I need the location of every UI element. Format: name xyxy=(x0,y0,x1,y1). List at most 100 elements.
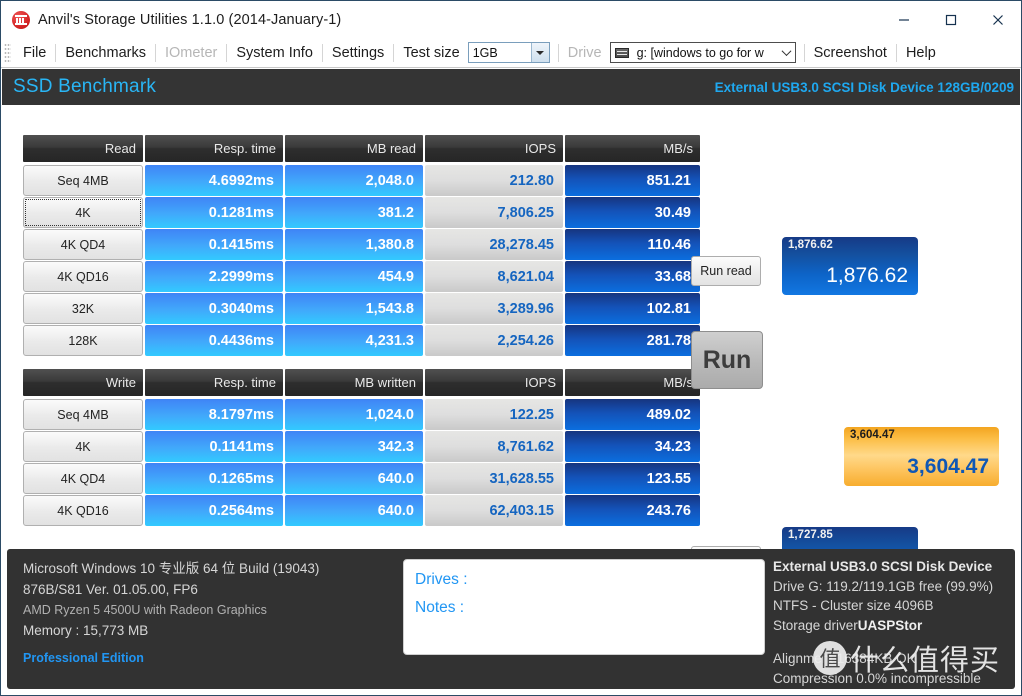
write-iops-seq4mb: 122.25 xyxy=(425,399,563,430)
table-row: 4K QD4 0.1265ms 640.0 31,628.55 123.55 xyxy=(23,463,700,494)
window-controls xyxy=(880,1,1021,38)
chevron-down-icon[interactable] xyxy=(779,43,795,62)
total-score-value: 3,604.47 xyxy=(907,455,989,478)
drive-info-block: External USB3.0 SCSI Disk Device Drive G… xyxy=(773,557,1015,688)
write-mbs-4kqd4: 123.55 xyxy=(565,463,700,494)
column-header-read: Read xyxy=(23,135,143,162)
read-row-label-seq4mb[interactable]: Seq 4MB xyxy=(23,165,143,196)
read-resp-seq4mb: 4.6992ms xyxy=(145,165,283,196)
write-iops-4kqd16: 62,403.15 xyxy=(425,495,563,526)
read-mbs-128k: 281.78 xyxy=(565,325,700,356)
write-mbs-4kqd16: 243.76 xyxy=(565,495,700,526)
menu-item-benchmarks[interactable]: Benchmarks xyxy=(56,39,155,67)
notes-label: Notes : xyxy=(415,599,465,616)
read-mbs-32k: 102.81 xyxy=(565,293,700,324)
write-row-label-4kqd4[interactable]: 4K QD4 xyxy=(23,463,143,494)
column-header-resp-time: Resp. time xyxy=(145,369,283,396)
read-iops-4k: 7,806.25 xyxy=(425,197,563,228)
table-header-row: Read Resp. time MB read IOPS MB/s xyxy=(23,135,700,162)
read-mb-128k: 4,231.3 xyxy=(285,325,423,356)
maximize-icon[interactable] xyxy=(927,1,974,38)
read-resp-4kqd16: 2.2999ms xyxy=(145,261,283,292)
column-header-mbs: MB/s xyxy=(565,135,700,162)
read-row-label-4kqd4[interactable]: 4K QD4 xyxy=(23,229,143,260)
write-resp-4k: 0.1141ms xyxy=(145,431,283,462)
storage-driver-value: UASPStor xyxy=(857,617,923,633)
column-header-write: Write xyxy=(23,369,143,396)
read-mbs-4kqd4: 110.46 xyxy=(565,229,700,260)
table-row: 4K QD4 0.1415ms 1,380.8 28,278.45 110.46 xyxy=(23,229,700,260)
write-mbs-seq4mb: 489.02 xyxy=(565,399,700,430)
test-size-label: Test size xyxy=(403,44,460,61)
write-mb-4kqd4: 640.0 xyxy=(285,463,423,494)
close-icon[interactable] xyxy=(974,1,1021,38)
menu-item-system-info[interactable]: System Info xyxy=(227,39,322,67)
write-results-table: Write Resp. time MB written IOPS MB/s Se… xyxy=(23,369,700,527)
write-row-label-seq4mb[interactable]: Seq 4MB xyxy=(23,399,143,430)
anvil-window: Anvil's Storage Utilities 1.1.0 (2014-Ja… xyxy=(0,0,1022,696)
menu-item-iometer: IOmeter xyxy=(164,44,218,61)
read-resp-4k: 0.1281ms xyxy=(145,197,283,228)
read-iops-128k: 2,254.26 xyxy=(425,325,563,356)
read-mb-32k: 1,543.8 xyxy=(285,293,423,324)
column-header-resp-time: Resp. time xyxy=(145,135,283,162)
minimize-icon[interactable] xyxy=(880,1,927,38)
test-size-value: 1GB xyxy=(472,45,498,60)
notes-input[interactable]: Drives : Notes : xyxy=(403,559,765,655)
edition-label: Professional Edition xyxy=(23,651,144,665)
read-mb-seq4mb: 2,048.0 xyxy=(285,165,423,196)
total-score-small: 3,604.47 xyxy=(850,429,895,441)
write-row-label-4k[interactable]: 4K xyxy=(23,431,143,462)
table-row: 32K 0.3040ms 1,543.8 3,289.96 102.81 xyxy=(23,293,700,324)
read-row-label-128k[interactable]: 128K xyxy=(23,325,143,356)
read-mbs-seq4mb: 851.21 xyxy=(565,165,700,196)
drive-device-name: External USB3.0 SCSI Disk Device xyxy=(773,559,993,574)
menu-bar: File Benchmarks IOmeter System Info Sett… xyxy=(1,38,1021,68)
read-row-label-4k[interactable]: 4K xyxy=(23,197,143,228)
drive-alignment: Alignment 16384KB OK xyxy=(773,651,916,666)
window-title: Anvil's Storage Utilities 1.1.0 (2014-Ja… xyxy=(38,11,342,28)
chevron-down-icon[interactable] xyxy=(530,43,549,62)
read-iops-32k: 3,289.96 xyxy=(425,293,563,324)
read-mb-4kqd16: 454.9 xyxy=(285,261,423,292)
column-header-iops: IOPS xyxy=(425,369,563,396)
storage-driver-label: Storage driver xyxy=(773,617,858,633)
firmware-version: 876B/S81 Ver. 01.05.00, FP6 xyxy=(23,581,198,597)
column-header-mbs: MB/s xyxy=(565,369,700,396)
write-mbs-4k: 34.23 xyxy=(565,431,700,462)
benchmark-area: Read Resp. time MB read IOPS MB/s Seq 4M… xyxy=(2,105,1020,585)
read-iops-4kqd4: 28,278.45 xyxy=(425,229,563,260)
column-header-mb-written: MB written xyxy=(285,369,423,396)
read-mb-4kqd4: 1,380.8 xyxy=(285,229,423,260)
write-mb-4kqd16: 640.0 xyxy=(285,495,423,526)
toolbar-grip-icon[interactable] xyxy=(4,42,11,63)
read-score-small: 1,876.62 xyxy=(788,239,833,251)
table-row: Seq 4MB 4.6992ms 2,048.0 212.80 851.21 xyxy=(23,165,700,196)
write-iops-4kqd4: 31,628.55 xyxy=(425,463,563,494)
read-row-label-32k[interactable]: 32K xyxy=(23,293,143,324)
read-row-label-4kqd16[interactable]: 4K QD16 xyxy=(23,261,143,292)
table-row: 4K 0.1281ms 381.2 7,806.25 30.49 xyxy=(23,197,700,228)
menu-item-file[interactable]: File xyxy=(14,39,55,67)
read-iops-seq4mb: 212.80 xyxy=(425,165,563,196)
drive-select[interactable]: g: [windows to go for w xyxy=(609,42,796,63)
write-mb-seq4mb: 1,024.0 xyxy=(285,399,423,430)
column-header-mb-read: MB read xyxy=(285,135,423,162)
os-version: Microsoft Windows 10 专业版 64 位 Build (190… xyxy=(23,561,320,576)
cpu-name: AMD Ryzen 5 4500U with Radeon Graphics xyxy=(23,603,267,617)
read-mb-4k: 381.2 xyxy=(285,197,423,228)
drive-icon xyxy=(614,47,629,58)
menu-item-screenshot[interactable]: Screenshot xyxy=(805,39,896,67)
read-iops-4kqd16: 8,621.04 xyxy=(425,261,563,292)
read-resp-4kqd4: 0.1415ms xyxy=(145,229,283,260)
write-row-label-4kqd16[interactable]: 4K QD16 xyxy=(23,495,143,526)
total-score-panel: 3,604.47 3,604.47 xyxy=(844,427,999,486)
run-button[interactable]: Run xyxy=(691,331,763,389)
run-read-button[interactable]: Run read xyxy=(691,256,761,286)
menu-item-help[interactable]: Help xyxy=(897,39,945,67)
test-size-select[interactable]: 1GB xyxy=(467,42,550,63)
column-header-iops: IOPS xyxy=(425,135,563,162)
table-row: 4K QD16 2.2999ms 454.9 8,621.04 33.68 xyxy=(23,261,700,292)
menu-item-settings[interactable]: Settings xyxy=(323,39,393,67)
